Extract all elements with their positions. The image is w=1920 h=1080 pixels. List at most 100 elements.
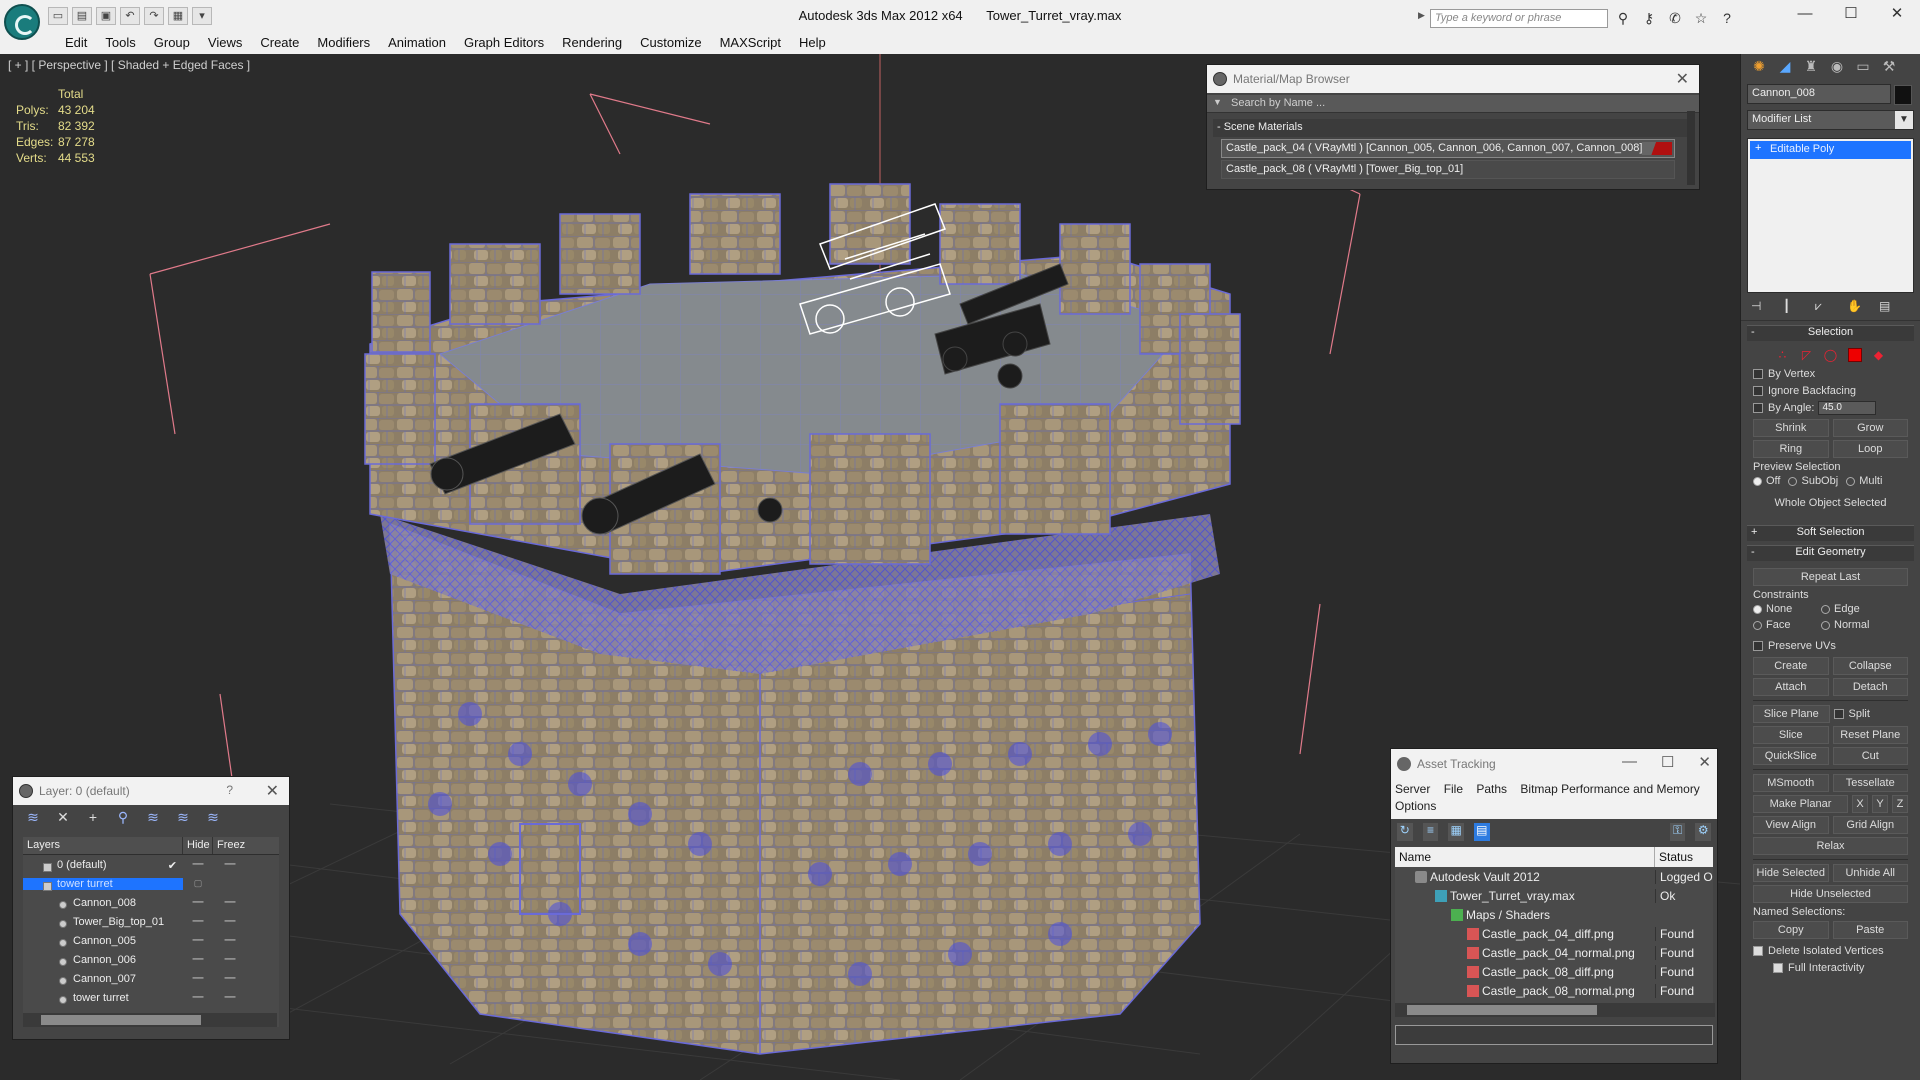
layer-row[interactable]: Cannon_008 ━━ ━━ bbox=[23, 893, 279, 912]
unhide-all-button[interactable]: Unhide All bbox=[1832, 864, 1908, 882]
new-layer-icon[interactable]: ≋ bbox=[23, 809, 43, 827]
soft-selection-rollout-header[interactable]: + Soft Selection bbox=[1747, 525, 1914, 541]
asset-row[interactable]: Tower_Turret_vray.max Ok bbox=[1395, 886, 1713, 905]
app-logo-icon[interactable] bbox=[4, 4, 40, 40]
asset-row[interactable]: Castle_pack_08_diff.png Found bbox=[1395, 962, 1713, 981]
refresh-icon[interactable]: ↻ bbox=[1397, 823, 1413, 841]
by-angle-option[interactable]: By Angle: 45.0 bbox=[1753, 399, 1908, 416]
modifier-list-dropdown[interactable]: Modifier List ▼ bbox=[1747, 110, 1914, 130]
scrollbar-thumb[interactable] bbox=[41, 1015, 201, 1025]
menu-customize[interactable]: Customize bbox=[631, 32, 710, 54]
close-icon[interactable]: ✕ bbox=[1874, 0, 1920, 30]
split-option[interactable]: Split bbox=[1833, 705, 1909, 722]
maximize-icon[interactable]: ☐ bbox=[1661, 753, 1674, 771]
asset-menu-file[interactable]: File bbox=[1444, 782, 1463, 796]
menu-views[interactable]: Views bbox=[199, 32, 251, 54]
asset-row[interactable]: Maps / Shaders bbox=[1395, 905, 1713, 924]
checkbox[interactable] bbox=[1753, 945, 1763, 956]
motion-tab-icon[interactable]: ◉ bbox=[1827, 58, 1847, 76]
collapse-button[interactable]: Collapse bbox=[1832, 657, 1908, 675]
search-input[interactable]: Type a keyword or phrase bbox=[1430, 9, 1608, 28]
menu-help[interactable]: Help bbox=[790, 32, 835, 54]
loop-button[interactable]: Loop bbox=[1832, 440, 1908, 458]
select-in-layer-icon[interactable]: ⚲ bbox=[113, 809, 133, 827]
preview-off-option[interactable]: Off bbox=[1753, 475, 1780, 487]
asset-path-field[interactable] bbox=[1395, 1025, 1713, 1045]
asset-row[interactable]: Autodesk Vault 2012 Logged O bbox=[1395, 867, 1713, 886]
layer-row[interactable]: tower turret ▢ bbox=[23, 874, 279, 893]
full-interactivity-option[interactable]: Full Interactivity bbox=[1753, 959, 1908, 976]
constraint-none-option[interactable]: None bbox=[1753, 603, 1813, 615]
column-layers[interactable]: Layers bbox=[23, 837, 183, 854]
layer-manager-titlebar[interactable]: Layer: 0 (default) ? ✕ bbox=[13, 777, 289, 805]
hide-all-icon[interactable]: ≋ bbox=[173, 809, 193, 827]
column-freeze[interactable]: Freez bbox=[213, 837, 247, 854]
attach-button[interactable]: Attach bbox=[1753, 678, 1829, 696]
stack-item-editable-poly[interactable]: Editable Poly bbox=[1750, 141, 1911, 159]
vertex-icon[interactable]: ∴ bbox=[1776, 348, 1790, 362]
quickslice-button[interactable]: QuickSlice bbox=[1753, 747, 1829, 765]
asset-menu-paths[interactable]: Paths bbox=[1476, 782, 1507, 796]
menu-tools[interactable]: Tools bbox=[96, 32, 144, 54]
highlight-layer-icon[interactable]: ≋ bbox=[143, 809, 163, 827]
selection-rollout-header[interactable]: - Selection bbox=[1747, 325, 1914, 341]
active-layer-check-icon[interactable]: ✔ bbox=[168, 859, 177, 872]
maximize-icon[interactable]: ☐ bbox=[1828, 0, 1874, 30]
paste-button[interactable]: Paste bbox=[1832, 921, 1908, 939]
material-item[interactable]: Castle_pack_04 ( VRayMtl ) [Cannon_005, … bbox=[1221, 139, 1675, 158]
asset-horizontal-scrollbar[interactable] bbox=[1395, 1003, 1715, 1017]
scene-materials-group[interactable]: - Scene Materials bbox=[1213, 119, 1689, 137]
vault-settings-icon[interactable]: ⚙ bbox=[1695, 823, 1712, 841]
layer-horizontal-scrollbar[interactable] bbox=[23, 1013, 277, 1027]
asset-row[interactable]: Castle_pack_08_normal.png Found bbox=[1395, 981, 1713, 1000]
table-view-icon[interactable]: ▤ bbox=[1474, 823, 1490, 841]
viewport-label[interactable]: [ + ] [ Perspective ] [ Shaded + Edged F… bbox=[8, 58, 250, 72]
element-icon[interactable]: ◆ bbox=[1872, 348, 1886, 362]
freeze-toggle[interactable]: ━━ bbox=[213, 973, 247, 984]
radio[interactable] bbox=[1753, 620, 1762, 630]
material-scrollbar[interactable] bbox=[1687, 111, 1695, 185]
grow-button[interactable]: Grow bbox=[1832, 419, 1908, 437]
radio[interactable] bbox=[1753, 476, 1762, 486]
constraint-normal-option[interactable]: Normal bbox=[1821, 619, 1869, 631]
material-browser-titlebar[interactable]: Material/Map Browser ✕ bbox=[1207, 65, 1699, 93]
close-icon[interactable]: ✕ bbox=[266, 781, 279, 801]
hide-toggle[interactable]: ━━ bbox=[183, 859, 213, 870]
shrink-button[interactable]: Shrink bbox=[1753, 419, 1829, 437]
menu-group[interactable]: Group bbox=[145, 32, 199, 54]
radio[interactable] bbox=[1788, 476, 1798, 486]
column-hide[interactable]: Hide bbox=[183, 837, 213, 854]
minimize-icon[interactable]: — bbox=[1622, 753, 1637, 771]
tessellate-button[interactable]: Tessellate bbox=[1832, 774, 1908, 792]
scrollbar-thumb[interactable] bbox=[1407, 1005, 1597, 1015]
by-vertex-option[interactable]: By Vertex bbox=[1753, 365, 1908, 382]
asset-menu-options[interactable]: Options bbox=[1395, 799, 1436, 813]
preview-multi-option[interactable]: Multi bbox=[1846, 475, 1882, 487]
radio[interactable] bbox=[1753, 604, 1762, 614]
hide-toggle[interactable]: ━━ bbox=[183, 954, 213, 965]
vault-connect-icon[interactable]: ⚿ bbox=[1669, 823, 1686, 841]
hide-selected-button[interactable]: Hide Selected bbox=[1753, 864, 1829, 882]
configure-sets-icon[interactable]: ▤ bbox=[1879, 299, 1893, 315]
close-icon[interactable]: ✕ bbox=[1698, 753, 1711, 771]
layer-row[interactable]: 0 (default) ✔ ━━ ━━ bbox=[23, 855, 279, 874]
list-view-icon[interactable]: ≡ bbox=[1422, 823, 1439, 841]
msmooth-button[interactable]: MSmooth bbox=[1753, 774, 1829, 792]
material-search-input[interactable]: Search by Name ... bbox=[1207, 95, 1699, 113]
asset-row[interactable]: Castle_pack_04_normal.png Found bbox=[1395, 943, 1713, 962]
edit-geometry-rollout-header[interactable]: - Edit Geometry bbox=[1747, 545, 1914, 561]
z-button[interactable]: Z bbox=[1892, 795, 1908, 813]
favorites-star-icon[interactable]: ☆ bbox=[1692, 9, 1710, 27]
polygon-icon[interactable] bbox=[1847, 348, 1862, 362]
repeat-last-button[interactable]: Repeat Last bbox=[1753, 568, 1908, 586]
material-item[interactable]: Castle_pack_08 ( VRayMtl ) [Tower_Big_to… bbox=[1221, 160, 1675, 179]
freeze-toggle[interactable]: ━━ bbox=[213, 935, 247, 946]
modify-tab-icon[interactable]: ◢ bbox=[1775, 58, 1795, 76]
make-unique-icon[interactable]: ⩗ bbox=[1815, 299, 1829, 315]
thumbnail-view-icon[interactable]: ▦ bbox=[1448, 823, 1465, 841]
checkbox[interactable] bbox=[1753, 385, 1763, 396]
help-icon[interactable]: ? bbox=[226, 783, 233, 797]
make-planar-button[interactable]: Make Planar bbox=[1753, 795, 1848, 813]
show-end-result-icon[interactable]: ┃ bbox=[1783, 299, 1797, 315]
menu-create[interactable]: Create bbox=[251, 32, 308, 54]
